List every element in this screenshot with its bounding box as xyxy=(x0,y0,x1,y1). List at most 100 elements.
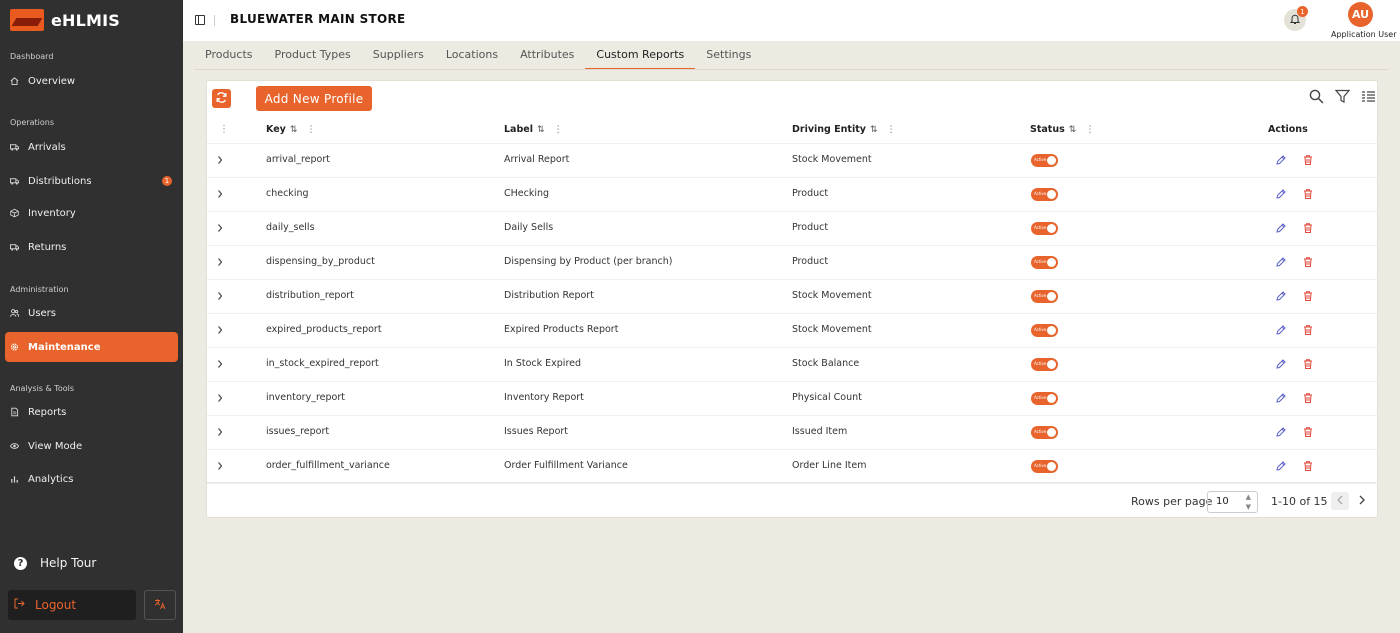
status-toggle[interactable]: Active xyxy=(1031,188,1058,201)
sort-icon[interactable]: ⇅ xyxy=(870,125,878,135)
column-header-label[interactable]: Label ⇅ ⋮ xyxy=(504,124,563,135)
refresh-button[interactable] xyxy=(212,89,231,108)
sidebar-item-reports[interactable]: Reports xyxy=(5,397,178,427)
delete-icon[interactable] xyxy=(1302,222,1314,234)
status-toggle[interactable]: Active xyxy=(1031,324,1058,337)
cell-label: Inventory Report xyxy=(504,392,584,403)
delete-icon[interactable] xyxy=(1302,358,1314,370)
table-row[interactable]: in_stock_expired_report In Stock Expired S… xyxy=(207,348,1379,382)
chevron-right-icon[interactable] xyxy=(216,155,224,165)
chevron-right-icon[interactable] xyxy=(216,427,224,437)
chevron-right-icon[interactable] xyxy=(216,359,224,369)
eye-icon xyxy=(10,442,19,451)
status-toggle[interactable]: Active xyxy=(1031,460,1058,473)
tab-settings[interactable]: Settings xyxy=(695,43,762,70)
table-row[interactable]: issues_report Issues Report Issued Item Act… xyxy=(207,416,1379,450)
filter-icon[interactable] xyxy=(1334,88,1350,104)
sidebar-item-inventory[interactable]: Inventory xyxy=(5,198,178,228)
help-tour-button[interactable]: ? Help Tour xyxy=(14,556,96,570)
status-toggle[interactable]: Active xyxy=(1031,392,1058,405)
chevron-right-icon[interactable] xyxy=(216,189,224,199)
kebab-icon[interactable]: ⋮ xyxy=(886,124,896,135)
table-row[interactable]: daily_sells Daily Sells Product Active xyxy=(207,212,1379,246)
avatar[interactable]: AU xyxy=(1348,2,1373,27)
delete-icon[interactable] xyxy=(1302,460,1314,472)
rows-per-page-value: 10 xyxy=(1216,496,1229,507)
table-row[interactable]: distribution_report Distribution Report St… xyxy=(207,280,1379,314)
tab-locations[interactable]: Locations xyxy=(435,43,509,70)
next-page-button[interactable] xyxy=(1353,492,1371,510)
sort-icon[interactable]: ⇅ xyxy=(1069,125,1077,135)
sidebar-item-view-mode[interactable]: View Mode xyxy=(5,431,178,461)
chevron-right-icon[interactable] xyxy=(216,223,224,233)
table-row[interactable]: inventory_report Inventory Report Physical… xyxy=(207,382,1379,416)
edit-icon[interactable] xyxy=(1275,392,1287,404)
table-row[interactable]: order_fulfillment_variance Order Fulfillm… xyxy=(207,450,1379,484)
kebab-icon[interactable]: ⋮ xyxy=(306,124,316,135)
previous-page-button[interactable] xyxy=(1331,492,1349,510)
chevron-right-icon[interactable] xyxy=(216,393,224,403)
logout-button[interactable]: Logout xyxy=(8,590,136,620)
status-toggle[interactable]: Active xyxy=(1031,290,1058,303)
columns-icon[interactable] xyxy=(1360,88,1376,104)
sidebar-item-analytics[interactable]: Analytics xyxy=(5,464,178,494)
table-row[interactable]: checking CHecking Product Active xyxy=(207,178,1379,212)
brand[interactable]: eHLMIS xyxy=(10,8,120,32)
delete-icon[interactable] xyxy=(1302,392,1314,404)
delete-icon[interactable] xyxy=(1302,324,1314,336)
status-toggle[interactable]: Active xyxy=(1031,358,1058,371)
tab-products[interactable]: Products xyxy=(194,43,264,70)
tab-custom-reports[interactable]: Custom Reports xyxy=(585,43,696,70)
kebab-icon[interactable]: ⋮ xyxy=(554,124,564,135)
delete-icon[interactable] xyxy=(1302,154,1314,166)
edit-icon[interactable] xyxy=(1275,460,1287,472)
tab-product-types[interactable]: Product Types xyxy=(264,43,362,70)
status-toggle[interactable]: Active xyxy=(1031,426,1058,439)
status-toggle[interactable]: Active xyxy=(1031,154,1058,167)
sidebar-item-label: Maintenance xyxy=(28,341,101,353)
delete-icon[interactable] xyxy=(1302,290,1314,302)
table-row[interactable]: dispensing_by_product Dispensing by Produ… xyxy=(207,246,1379,280)
language-button[interactable] xyxy=(144,590,176,620)
search-icon[interactable] xyxy=(1308,88,1324,104)
edit-icon[interactable] xyxy=(1275,222,1287,234)
table-row[interactable]: arrival_report Arrival Report Stock Moveme… xyxy=(207,144,1379,178)
delete-icon[interactable] xyxy=(1302,256,1314,268)
kebab-icon[interactable]: ⋮ xyxy=(1085,124,1095,135)
add-new-profile-button[interactable]: Add New Profile xyxy=(256,86,372,111)
sidebar-item-arrivals[interactable]: Arrivals xyxy=(5,132,178,162)
sidebar-toggle-icon[interactable] xyxy=(195,15,205,25)
column-header-status[interactable]: Status ⇅ ⋮ xyxy=(1030,124,1095,135)
sidebar-item-overview[interactable]: Overview xyxy=(5,66,178,96)
status-toggle[interactable]: Active xyxy=(1031,222,1058,235)
delete-icon[interactable] xyxy=(1302,188,1314,200)
delete-icon[interactable] xyxy=(1302,426,1314,438)
edit-icon[interactable] xyxy=(1275,426,1287,438)
column-header-key[interactable]: Key ⇅ ⋮ xyxy=(266,124,316,135)
chevron-right-icon[interactable] xyxy=(216,291,224,301)
table-row[interactable]: expired_products_report Expired Products … xyxy=(207,314,1379,348)
sidebar-item-distributions[interactable]: Distributions 1 xyxy=(5,166,178,196)
status-toggle[interactable]: Active xyxy=(1031,256,1058,269)
sidebar-item-returns[interactable]: Returns xyxy=(5,232,178,262)
sidebar-item-maintenance[interactable]: Maintenance xyxy=(5,332,178,362)
column-label: Actions xyxy=(1268,124,1308,135)
chevron-right-icon[interactable] xyxy=(216,325,224,335)
edit-icon[interactable] xyxy=(1275,154,1287,166)
tab-attributes[interactable]: Attributes xyxy=(509,43,585,70)
chevron-right-icon[interactable] xyxy=(216,461,224,471)
column-header-driving-entity[interactable]: Driving Entity ⇅ ⋮ xyxy=(792,124,896,135)
rows-per-page-select[interactable]: 10 ▲ ▼ xyxy=(1207,491,1258,513)
tab-suppliers[interactable]: Suppliers xyxy=(362,43,435,70)
sidebar-item-users[interactable]: Users xyxy=(5,298,178,328)
edit-icon[interactable] xyxy=(1275,358,1287,370)
sort-icon[interactable]: ⇅ xyxy=(537,125,545,135)
edit-icon[interactable] xyxy=(1275,324,1287,336)
edit-icon[interactable] xyxy=(1275,290,1287,302)
edit-icon[interactable] xyxy=(1275,256,1287,268)
chevron-right-icon[interactable] xyxy=(216,257,224,267)
kebab-icon[interactable]: ⋮ xyxy=(219,124,229,135)
edit-icon[interactable] xyxy=(1275,188,1287,200)
table-tools xyxy=(1308,88,1376,104)
sort-icon[interactable]: ⇅ xyxy=(290,125,298,135)
